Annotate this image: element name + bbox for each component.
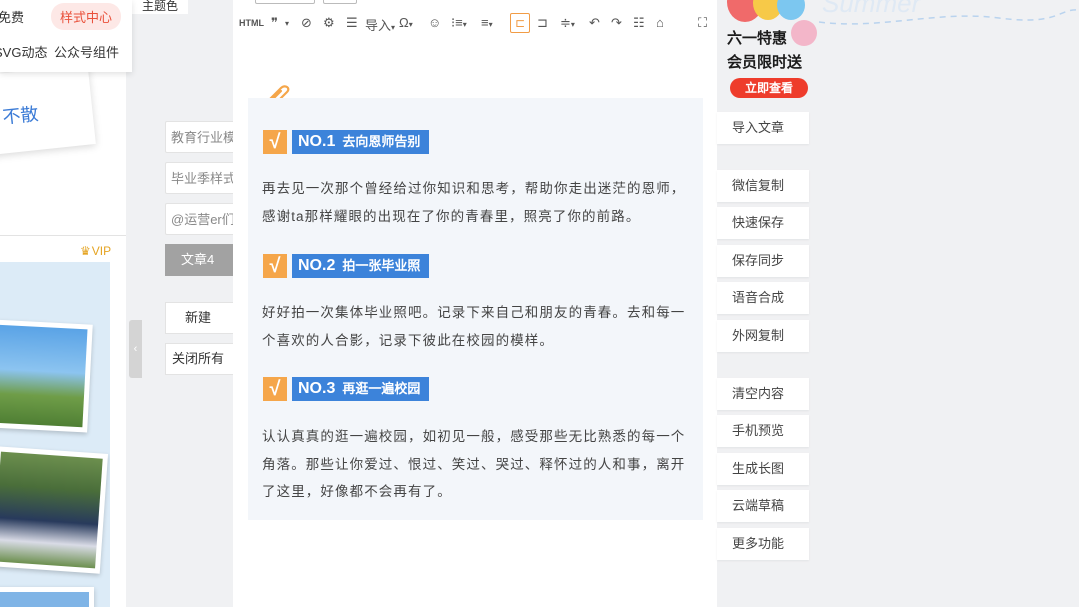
sidebar-mobile-preview[interactable]: 手机预览: [717, 415, 809, 447]
balloon-pink: [791, 20, 817, 46]
editor-canvas[interactable]: HTML ❞ ▾ ⊘ ⚙ ☰ 导入▾ Ω▾ ☺ ⁝≡▾ ≡▾ ⊏ ⊐ ≑▾ ↶ …: [233, 0, 717, 607]
draft-item-education[interactable]: 教育行业模: [165, 121, 240, 153]
section-paragraph-3: 认认真真的逛一遍校园，如初见一般，感受那些无比熟悉的每一个角落。那些让你爱过、恨…: [262, 429, 686, 499]
new-article-button[interactable]: 新建: [165, 302, 240, 334]
divider: [0, 235, 126, 236]
undo-icon[interactable]: ↶: [589, 15, 600, 31]
unordered-list-icon[interactable]: ≡▾: [481, 15, 493, 30]
blockquote-icon[interactable]: ❞: [271, 15, 278, 31]
emoji-icon[interactable]: ☺: [428, 15, 441, 30]
special-char-icon[interactable]: Ω▾: [399, 15, 413, 30]
nav-svg-animation[interactable]: SVG动态: [0, 42, 47, 61]
check-icon: √: [263, 377, 287, 401]
ordered-list-icon[interactable]: ⁝≡▾: [451, 15, 467, 31]
vip-badge: ♛VIP: [80, 244, 111, 258]
nav-style-center[interactable]: 样式中心: [51, 3, 122, 30]
section-heading-bar: NO.2 拍一张毕业照: [292, 254, 430, 278]
fullscreen-icon[interactable]: ⛶: [698, 15, 707, 31]
sidebar-cloud-draft[interactable]: 云端草稿: [717, 490, 809, 522]
section-heading-bar: NO.1 去向恩师告别: [292, 130, 430, 154]
import-dropdown[interactable]: 导入▾: [365, 15, 395, 34]
font-size-select[interactable]: [323, 0, 357, 4]
template-preview[interactable]: [0, 262, 110, 607]
check-icon: √: [263, 254, 287, 278]
nav-free[interactable]: 免费: [0, 7, 24, 26]
background-summer-word: Summer: [822, 0, 921, 18]
section-title: 再逛一遍校园: [342, 381, 421, 396]
template-banner-card[interactable]: 不散: [0, 64, 96, 156]
balloon-blue: [777, 0, 805, 20]
top-nav: 免费 样式中心 SVG动态 公众号组件: [0, 0, 132, 72]
article-tab-active[interactable]: 文章4: [165, 244, 240, 276]
sidebar-wechat-copy[interactable]: 微信复制: [717, 170, 809, 202]
font-family-select[interactable]: [255, 0, 315, 4]
format-painter-icon[interactable]: ☷: [633, 15, 645, 31]
indent-icon[interactable]: ⊏: [510, 13, 530, 33]
graduation-photo-partial: [0, 587, 94, 607]
left-panel: 不散 ♛VIP: [0, 0, 126, 607]
graduation-photo-sky: [0, 319, 93, 433]
line-height-icon[interactable]: ≑▾: [560, 15, 575, 31]
section-number: NO.1: [298, 133, 336, 150]
sidebar-clear-content[interactable]: 清空内容: [717, 378, 809, 410]
draft-item-operators[interactable]: @运营er们: [165, 203, 240, 235]
draft-item-graduation[interactable]: 毕业季样式: [165, 162, 240, 194]
vip-label: VIP: [91, 244, 112, 258]
anchor-icon[interactable]: ⚙: [323, 15, 335, 31]
close-all-button[interactable]: 关闭所有: [165, 343, 240, 375]
section-number: NO.2: [298, 257, 336, 274]
chevron-down-icon: ▾: [391, 23, 396, 32]
promo-view-now-button[interactable]: 立即查看: [730, 78, 808, 98]
outdent-icon[interactable]: ⊐: [537, 15, 548, 31]
section-number: NO.3: [298, 380, 336, 397]
nav-official-account-components[interactable]: 公众号组件: [54, 42, 119, 61]
article-body[interactable]: √ NO.1 去向恩师告别 再去见一次那个曾经给过你知识和思考，帮助你走出迷茫的恩…: [248, 98, 703, 520]
sidebar-save-sync[interactable]: 保存同步: [717, 245, 809, 277]
graduation-photo-students: [0, 446, 109, 574]
sidebar-import-article[interactable]: 导入文章: [717, 112, 809, 144]
horizontal-rule-icon[interactable]: ☰: [346, 15, 358, 31]
promo-subtitle: 会员限时送: [727, 54, 803, 71]
editor-toolbar: HTML ❞ ▾ ⊘ ⚙ ☰ 导入▾ Ω▾ ☺ ⁝≡▾ ≡▾ ⊏ ⊐ ≑▾ ↶ …: [233, 0, 717, 40]
sidebar-long-image[interactable]: 生成长图: [717, 453, 809, 485]
import-label: 导入: [365, 18, 392, 33]
chevron-down-icon[interactable]: ▾: [285, 19, 289, 28]
redo-icon[interactable]: ↷: [611, 15, 622, 31]
section-title: 拍一张毕业照: [342, 258, 421, 273]
sidebar-speech-synthesis[interactable]: 语音合成: [717, 282, 809, 314]
section-paragraph-2: 好好拍一次集体毕业照吧。记录下来自己和朋友的青春。去和每一个喜欢的人合影，记录下…: [262, 305, 686, 348]
sidebar-more-functions[interactable]: 更多功能: [717, 528, 809, 560]
sidebar-external-copy[interactable]: 外网复制: [717, 320, 809, 352]
template-banner-text: 不散: [1, 103, 40, 128]
section-title: 去向恩师告别: [342, 134, 421, 149]
section-heading-bar: NO.3 再逛一遍校园: [292, 377, 430, 401]
promo-banner[interactable]: 六一特惠 会员限时送 立即查看: [717, 0, 819, 108]
section-paragraph-1: 再去见一次那个曾经给过你知识和思考，帮助你走出迷茫的恩师，感谢ta那样耀眼的出现…: [262, 181, 686, 224]
promo-title: 六一特惠: [727, 30, 788, 47]
collapse-panel-handle[interactable]: ‹: [129, 320, 142, 378]
check-icon: √: [263, 130, 287, 154]
sidebar-quick-save[interactable]: 快速保存: [717, 207, 809, 239]
clear-format-icon[interactable]: ⌂: [656, 15, 664, 30]
theme-color-label[interactable]: 主题色: [129, 0, 188, 14]
crown-icon: ♛: [80, 244, 91, 258]
html-source-button[interactable]: HTML: [239, 18, 264, 28]
link-icon[interactable]: ⊘: [301, 15, 312, 31]
